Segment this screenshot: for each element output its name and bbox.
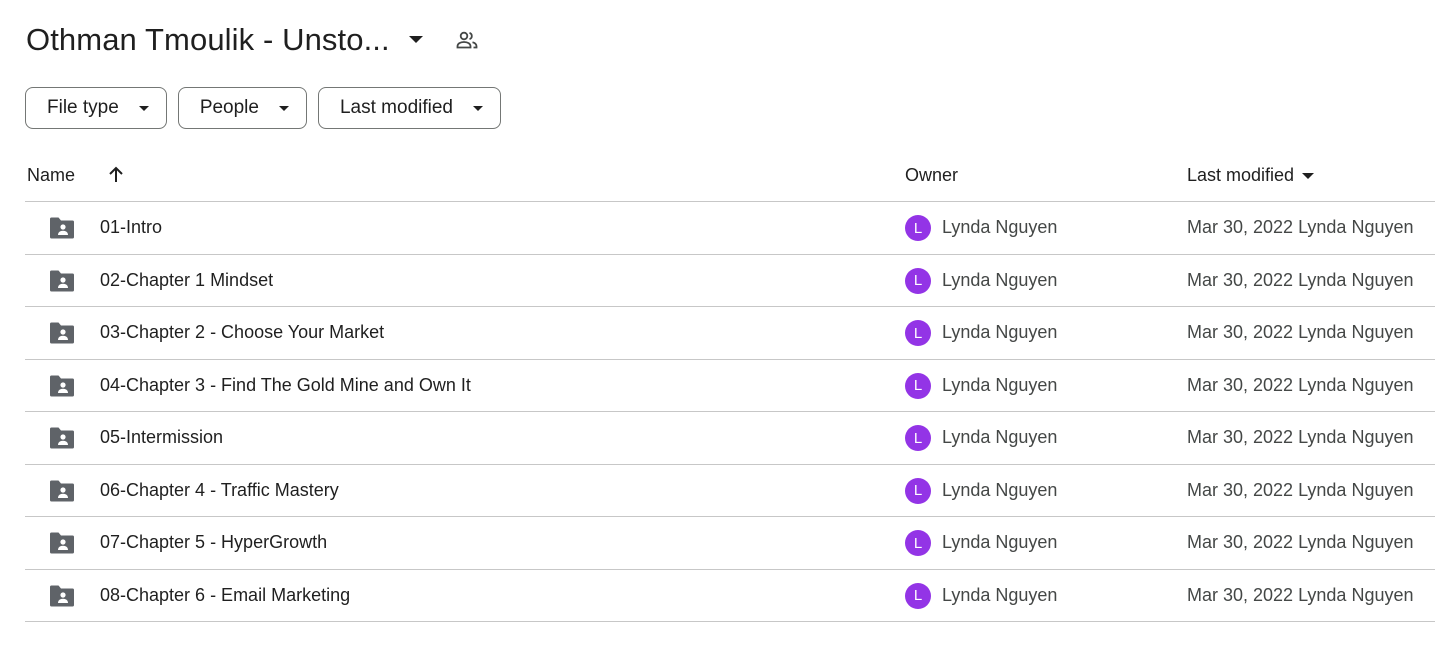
table-row[interactable]: 07-Chapter 5 - HyperGrowth L Lynda Nguye… [25, 517, 1435, 570]
sort-ascending-arrow-icon[interactable] [105, 164, 127, 186]
table-row[interactable]: 08-Chapter 6 - Email Marketing L Lynda N… [25, 570, 1435, 622]
avatar: L [905, 320, 931, 346]
file-name: 05-Intermission [100, 427, 224, 447]
owner-name: Lynda Nguyen [942, 584, 1058, 605]
owner-name: Lynda Nguyen [942, 269, 1058, 290]
avatar: L [905, 215, 931, 241]
table-row[interactable]: 05-Intermission L Lynda Nguyen Mar 30, 2… [25, 412, 1435, 465]
arrow-drop-down-icon [1300, 168, 1316, 184]
file-list: Name Owner Last modified 01-Intro L Lynd… [25, 150, 1435, 622]
table-header: Name Owner Last modified [25, 150, 1435, 202]
arrow-drop-down-icon[interactable] [404, 28, 428, 52]
table-row[interactable]: 03-Chapter 2 - Choose Your Market L Lynd… [25, 307, 1435, 360]
shared-folder-icon [48, 426, 76, 450]
folder-title[interactable]: Othman Tmoulik - Unsto... [26, 22, 390, 58]
shared-folder-icon [48, 321, 76, 345]
column-header-label: Last modified [1187, 165, 1295, 185]
last-modified-value: Mar 30, 2022 Lynda Nguyen [1187, 532, 1414, 552]
shared-folder-icon [48, 269, 76, 293]
table-row[interactable]: 04-Chapter 3 - Find The Gold Mine and Ow… [25, 360, 1435, 412]
last-modified-value: Mar 30, 2022 Lynda Nguyen [1187, 269, 1414, 290]
column-header-name[interactable]: Name [27, 165, 75, 186]
shared-folder-icon [48, 479, 76, 503]
last-modified-value: Mar 30, 2022 Lynda Nguyen [1187, 479, 1414, 500]
people-icon[interactable] [454, 27, 480, 53]
file-name: 04-Chapter 3 - Find The Gold Mine and Ow… [100, 374, 471, 395]
file-name: 06-Chapter 4 - Traffic Mastery [100, 479, 339, 500]
last-modified-value: Mar 30, 2022 Lynda Nguyen [1187, 217, 1414, 237]
shared-folder-icon [48, 584, 76, 608]
file-name: 03-Chapter 2 - Choose Your Market [100, 322, 385, 342]
table-row[interactable]: 02-Chapter 1 Mindset L Lynda Nguyen Mar … [25, 255, 1435, 307]
file-type-filter[interactable]: File type [25, 87, 167, 129]
owner-name: Lynda Nguyen [942, 427, 1058, 447]
filter-label: File type [47, 97, 119, 118]
column-header-last-modified[interactable]: Last modified [1187, 165, 1316, 186]
file-name: 01-Intro [100, 217, 163, 237]
table-row[interactable]: 01-Intro L Lynda Nguyen Mar 30, 2022 Lyn… [25, 202, 1435, 255]
owner-name: Lynda Nguyen [942, 532, 1058, 552]
filter-bar: File type People Last modified [25, 87, 501, 129]
last-modified-value: Mar 30, 2022 Lynda Nguyen [1187, 322, 1414, 342]
owner-name: Lynda Nguyen [942, 322, 1058, 342]
last-modified-value: Mar 30, 2022 Lynda Nguyen [1187, 584, 1414, 605]
avatar: L [905, 425, 931, 451]
arrow-drop-down-icon [470, 100, 486, 116]
arrow-drop-down-icon [276, 100, 292, 116]
filter-label: Last modified [339, 97, 453, 118]
shared-folder-icon [48, 374, 76, 398]
avatar: L [905, 477, 931, 504]
folder-header: Othman Tmoulik - Unsto... [26, 18, 480, 62]
shared-folder-icon [48, 216, 76, 240]
owner-name: Lynda Nguyen [942, 479, 1058, 500]
file-name: 07-Chapter 5 - HyperGrowth [100, 532, 328, 552]
avatar: L [905, 582, 931, 609]
last-modified-filter[interactable]: Last modified [317, 87, 501, 129]
arrow-drop-down-icon [136, 100, 152, 116]
table-body: 01-Intro L Lynda Nguyen Mar 30, 2022 Lyn… [25, 202, 1435, 622]
avatar: L [905, 372, 931, 399]
avatar: L [905, 267, 931, 294]
owner-name: Lynda Nguyen [942, 374, 1058, 395]
people-filter[interactable]: People [177, 87, 307, 129]
last-modified-value: Mar 30, 2022 Lynda Nguyen [1187, 374, 1414, 395]
table-row[interactable]: 06-Chapter 4 - Traffic Mastery L Lynda N… [25, 465, 1435, 517]
filter-label: People [199, 97, 259, 118]
shared-folder-icon [48, 531, 76, 555]
file-name: 02-Chapter 1 Mindset [100, 269, 274, 290]
avatar: L [905, 530, 931, 556]
file-name: 08-Chapter 6 - Email Marketing [100, 584, 351, 605]
owner-name: Lynda Nguyen [942, 217, 1058, 237]
last-modified-value: Mar 30, 2022 Lynda Nguyen [1187, 427, 1414, 447]
column-header-owner[interactable]: Owner [905, 165, 958, 186]
